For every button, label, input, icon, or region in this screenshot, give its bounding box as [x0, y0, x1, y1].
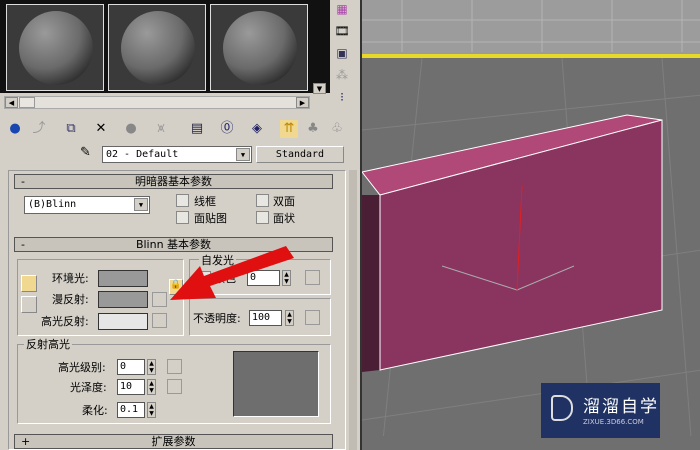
- show-map-icon[interactable]: ◈: [248, 120, 266, 138]
- material-editor-panel: ▼ ◀ ▶ ▦ 🎞 ▣ ⁂ ⁝ ● ⤴ ⧉ ✕ ● ⩙ ▤ ⓪ ◈ ⇈ ♣ ♧ …: [0, 0, 358, 450]
- get-material-icon[interactable]: ●: [6, 120, 24, 138]
- specular-level-input[interactable]: 0: [117, 359, 145, 375]
- red-arrow-annotation: [170, 246, 294, 300]
- wire-checkbox[interactable]: [176, 194, 189, 207]
- opacity-map-button[interactable]: [305, 310, 320, 325]
- put-to-scene-icon[interactable]: ⤴: [30, 120, 48, 138]
- diffuse-label: 漫反射:: [52, 293, 89, 306]
- opacity-label: 不透明度:: [193, 312, 241, 325]
- select-by-material-icon[interactable]: ⁝: [333, 90, 351, 108]
- faceted-label: 面状: [273, 212, 295, 225]
- ambient-color-swatch[interactable]: [98, 270, 148, 287]
- soften-label: 柔化:: [82, 404, 108, 417]
- material-type-button[interactable]: Standard: [256, 146, 344, 163]
- glossiness-map-button[interactable]: [167, 379, 182, 394]
- sample-sphere: [223, 11, 297, 85]
- specular-level-spinner[interactable]: ▲ ▼: [147, 359, 156, 375]
- reset-icon[interactable]: ✕: [92, 120, 110, 138]
- arrow-icon: [170, 246, 294, 300]
- make-unique-icon[interactable]: ⩙: [152, 120, 170, 138]
- material-name-field[interactable]: 02 - Default ▼: [102, 146, 252, 163]
- lock-ambient-diffuse-icon[interactable]: [21, 275, 37, 292]
- watermark-url: ZIXUE.3D66.COM: [583, 418, 644, 426]
- scroll-thumb[interactable]: [19, 97, 35, 108]
- chevron-down-icon[interactable]: ▼: [134, 198, 148, 211]
- watermark-name: 溜溜自学: [583, 397, 659, 417]
- sample-slot-3[interactable]: [210, 4, 308, 91]
- make-copy-icon[interactable]: ●: [122, 120, 140, 138]
- show-end-result-icon[interactable]: ⇈: [280, 120, 298, 138]
- play-logo-icon: [551, 395, 573, 421]
- chevron-down-icon[interactable]: ▼: [236, 148, 250, 161]
- sample-sphere: [121, 11, 195, 85]
- sample-slot-2[interactable]: [108, 4, 206, 91]
- scroll-right-icon[interactable]: ▶: [296, 97, 309, 108]
- material-effects-channel-icon[interactable]: ⓪: [218, 120, 236, 138]
- options-icon[interactable]: ⁂: [333, 68, 351, 86]
- background-icon[interactable]: ▦: [333, 2, 351, 20]
- diffuse-color-swatch[interactable]: [98, 291, 148, 308]
- shader-dropdown[interactable]: (B)Blinn ▼: [24, 196, 150, 214]
- shader-rollout-header[interactable]: - 明暗器基本参数: [14, 174, 333, 189]
- soften-spinner[interactable]: ▲ ▼: [147, 402, 156, 418]
- viewport-border: [362, 54, 700, 58]
- face-map-label: 面贴图: [194, 212, 227, 225]
- expand-icon: +: [21, 435, 31, 448]
- self-illum-map-button[interactable]: [305, 270, 320, 285]
- specular-highlights-title: 反射高光: [24, 336, 72, 352]
- face-map-checkbox[interactable]: [176, 211, 189, 224]
- opacity-spinner[interactable]: ▲ ▼: [285, 310, 294, 326]
- specular-level-map-button[interactable]: [167, 359, 182, 374]
- extended-rollout-header[interactable]: + 扩展参数: [14, 434, 333, 449]
- video-check-icon[interactable]: 🎞: [333, 24, 351, 42]
- specular-map-button[interactable]: [152, 313, 167, 328]
- lock-diffuse-specular-icon[interactable]: [21, 296, 37, 313]
- collapse-icon: -: [21, 175, 25, 188]
- box-front-face: [379, 119, 663, 371]
- eyedropper-icon[interactable]: ✎: [80, 145, 91, 160]
- specular-color-swatch[interactable]: [98, 313, 148, 330]
- glossiness-label: 光泽度:: [70, 381, 107, 394]
- specular-level-label: 高光级别:: [58, 361, 106, 374]
- scroll-down-icon[interactable]: ▼: [313, 83, 326, 94]
- ambient-label: 环境光:: [52, 272, 89, 285]
- go-to-parent-icon[interactable]: ♣: [304, 120, 322, 138]
- make-preview-icon[interactable]: ▣: [333, 46, 351, 64]
- two-sided-label: 双面: [273, 195, 295, 208]
- go-to-sibling-icon[interactable]: ♧: [328, 120, 346, 138]
- highlight-curve-graph: [233, 351, 319, 417]
- box-left-face: [362, 195, 380, 372]
- sample-sphere: [19, 11, 93, 85]
- panel-scrollbar[interactable]: [349, 170, 357, 450]
- shader-value: (B)Blinn: [28, 199, 77, 210]
- opacity-input[interactable]: 100: [249, 310, 282, 326]
- collapse-icon: -: [21, 238, 25, 251]
- scroll-left-icon[interactable]: ◀: [5, 97, 18, 108]
- soften-input[interactable]: 0.1: [117, 402, 145, 418]
- viewport-bottom: [362, 436, 700, 450]
- horizontal-scrollbar[interactable]: ◀ ▶: [4, 96, 310, 109]
- faceted-checkbox[interactable]: [256, 211, 269, 224]
- specular-label: 高光反射:: [41, 315, 89, 328]
- glossiness-spinner[interactable]: ▲ ▼: [147, 379, 156, 395]
- viewport-top-area: [362, 0, 700, 58]
- glossiness-input[interactable]: 10: [117, 379, 145, 395]
- rollout-title: 明暗器基本参数: [135, 175, 212, 188]
- two-sided-checkbox[interactable]: [256, 194, 269, 207]
- watermark: 溜溜自学 ZIXUE.3D66.COM: [541, 383, 660, 438]
- assign-material-icon[interactable]: ⧉: [62, 120, 80, 138]
- sample-slot-1[interactable]: [6, 4, 104, 91]
- rollout-title: 扩展参数: [151, 435, 196, 448]
- wire-label: 线框: [194, 195, 216, 208]
- put-to-library-icon[interactable]: ▤: [188, 120, 206, 138]
- material-name-text: 02 - Default: [106, 149, 179, 160]
